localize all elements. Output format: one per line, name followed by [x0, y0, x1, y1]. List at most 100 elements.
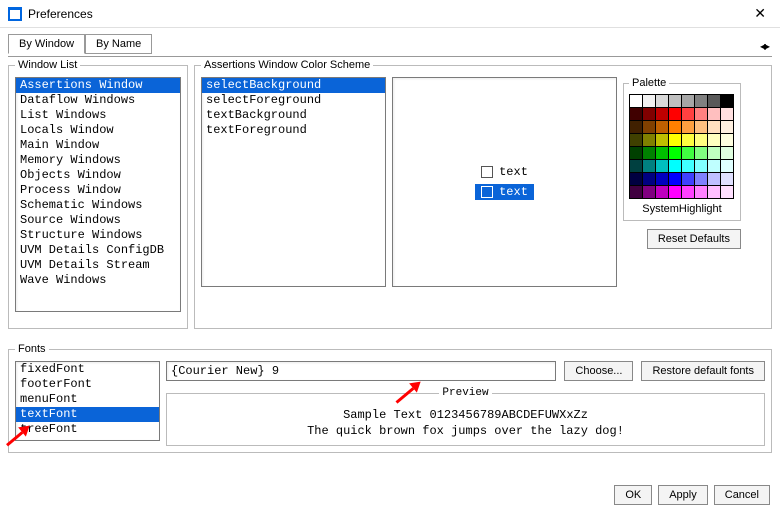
palette-swatch[interactable] — [643, 173, 655, 185]
list-item[interactable]: Objects Window — [16, 168, 180, 183]
list-item[interactable]: treeFont — [16, 422, 159, 437]
palette-swatch[interactable] — [708, 121, 720, 133]
palette-swatch[interactable] — [669, 186, 681, 198]
palette-swatch[interactable] — [656, 95, 668, 107]
list-item[interactable]: Schematic Windows — [16, 198, 180, 213]
palette-swatch[interactable] — [695, 160, 707, 172]
palette-swatch[interactable] — [630, 173, 642, 185]
palette-swatch[interactable] — [656, 186, 668, 198]
list-item[interactable]: Assertions Window — [16, 78, 180, 93]
list-item[interactable]: Dataflow Windows — [16, 93, 180, 108]
palette-swatch[interactable] — [721, 108, 733, 120]
list-item[interactable]: menuFont — [16, 392, 159, 407]
palette-swatch[interactable] — [682, 160, 694, 172]
palette-swatch[interactable] — [643, 134, 655, 146]
palette-swatch[interactable] — [721, 95, 733, 107]
palette-swatch[interactable] — [656, 160, 668, 172]
palette-swatch[interactable] — [721, 147, 733, 159]
palette-swatch[interactable] — [708, 95, 720, 107]
palette-swatch[interactable] — [656, 108, 668, 120]
list-item[interactable]: footerFont — [16, 377, 159, 392]
palette-swatch[interactable] — [695, 108, 707, 120]
palette-swatch[interactable] — [643, 108, 655, 120]
palette-swatch[interactable] — [682, 173, 694, 185]
palette-swatch[interactable] — [682, 95, 694, 107]
palette-swatch[interactable] — [682, 147, 694, 159]
palette-swatch[interactable] — [656, 121, 668, 133]
palette-swatch[interactable] — [630, 108, 642, 120]
palette-swatch[interactable] — [669, 134, 681, 146]
list-item[interactable]: selectForeground — [202, 93, 385, 108]
palette-swatch[interactable] — [721, 134, 733, 146]
list-item[interactable]: Source Windows — [16, 213, 180, 228]
palette-swatch[interactable] — [669, 160, 681, 172]
palette-swatch[interactable] — [695, 95, 707, 107]
tab-scroll-icon[interactable]: ◂▸ — [760, 39, 772, 53]
palette-swatch[interactable] — [669, 121, 681, 133]
tab-by-name[interactable]: By Name — [85, 34, 152, 54]
palette-swatch[interactable] — [643, 147, 655, 159]
palette-swatch[interactable] — [695, 147, 707, 159]
palette-swatch[interactable] — [682, 108, 694, 120]
palette-swatch[interactable] — [643, 121, 655, 133]
restore-default-fonts-button[interactable]: Restore default fonts — [641, 361, 765, 381]
palette-swatch[interactable] — [695, 186, 707, 198]
palette-swatch[interactable] — [721, 173, 733, 185]
color-scheme-list[interactable]: selectBackgroundselectForegroundtextBack… — [201, 77, 386, 287]
palette-swatch[interactable] — [643, 186, 655, 198]
palette-swatch[interactable] — [708, 173, 720, 185]
apply-button[interactable]: Apply — [658, 485, 708, 505]
list-item[interactable]: selectBackground — [202, 78, 385, 93]
palette-swatch[interactable] — [708, 108, 720, 120]
palette-swatch[interactable] — [721, 160, 733, 172]
palette-swatch[interactable] — [656, 134, 668, 146]
palette-swatch[interactable] — [708, 147, 720, 159]
palette-swatch[interactable] — [695, 134, 707, 146]
palette-swatch[interactable] — [695, 121, 707, 133]
palette-swatch[interactable] — [682, 186, 694, 198]
font-list[interactable]: fixedFontfooterFontmenuFonttextFonttreeF… — [15, 361, 160, 441]
palette-swatch[interactable] — [669, 173, 681, 185]
palette-swatch[interactable] — [682, 134, 694, 146]
palette-swatch[interactable] — [708, 186, 720, 198]
palette-swatch[interactable] — [656, 173, 668, 185]
palette-swatch[interactable] — [630, 186, 642, 198]
palette-swatch[interactable] — [630, 134, 642, 146]
list-item[interactable]: Process Window — [16, 183, 180, 198]
list-item[interactable]: textFont — [16, 407, 159, 422]
palette-swatch[interactable] — [656, 147, 668, 159]
palette-swatch[interactable] — [630, 95, 642, 107]
list-item[interactable]: Memory Windows — [16, 153, 180, 168]
palette-swatch[interactable] — [669, 95, 681, 107]
palette-swatch[interactable] — [708, 160, 720, 172]
palette-swatch[interactable] — [682, 121, 694, 133]
list-item[interactable]: List Windows — [16, 108, 180, 123]
list-item[interactable]: fixedFont — [16, 362, 159, 377]
cancel-button[interactable]: Cancel — [714, 485, 770, 505]
palette-swatch[interactable] — [630, 160, 642, 172]
palette-swatch[interactable] — [643, 160, 655, 172]
palette-swatch[interactable] — [630, 147, 642, 159]
palette-swatch[interactable] — [721, 186, 733, 198]
list-item[interactable]: Wave Windows — [16, 273, 180, 288]
palette-swatch[interactable] — [630, 121, 642, 133]
ok-button[interactable]: OK — [614, 485, 652, 505]
list-item[interactable]: Main Window — [16, 138, 180, 153]
list-item[interactable]: UVM Details Stream — [16, 258, 180, 273]
palette-swatch[interactable] — [643, 95, 655, 107]
list-item[interactable]: Locals Window — [16, 123, 180, 138]
list-item[interactable]: textBackground — [202, 108, 385, 123]
close-icon[interactable]: ✕ — [748, 3, 772, 24]
tab-by-window[interactable]: By Window — [8, 34, 85, 54]
list-item[interactable]: textForeground — [202, 123, 385, 138]
palette-swatch[interactable] — [669, 108, 681, 120]
window-list[interactable]: Assertions WindowDataflow WindowsList Wi… — [15, 77, 181, 312]
palette-swatch[interactable] — [695, 173, 707, 185]
font-value-input[interactable] — [166, 361, 556, 381]
palette-swatch[interactable] — [721, 121, 733, 133]
palette-swatch[interactable] — [708, 134, 720, 146]
palette-swatch[interactable] — [669, 147, 681, 159]
palette[interactable] — [629, 94, 734, 199]
list-item[interactable]: Structure Windows — [16, 228, 180, 243]
list-item[interactable]: UVM Details ConfigDB — [16, 243, 180, 258]
